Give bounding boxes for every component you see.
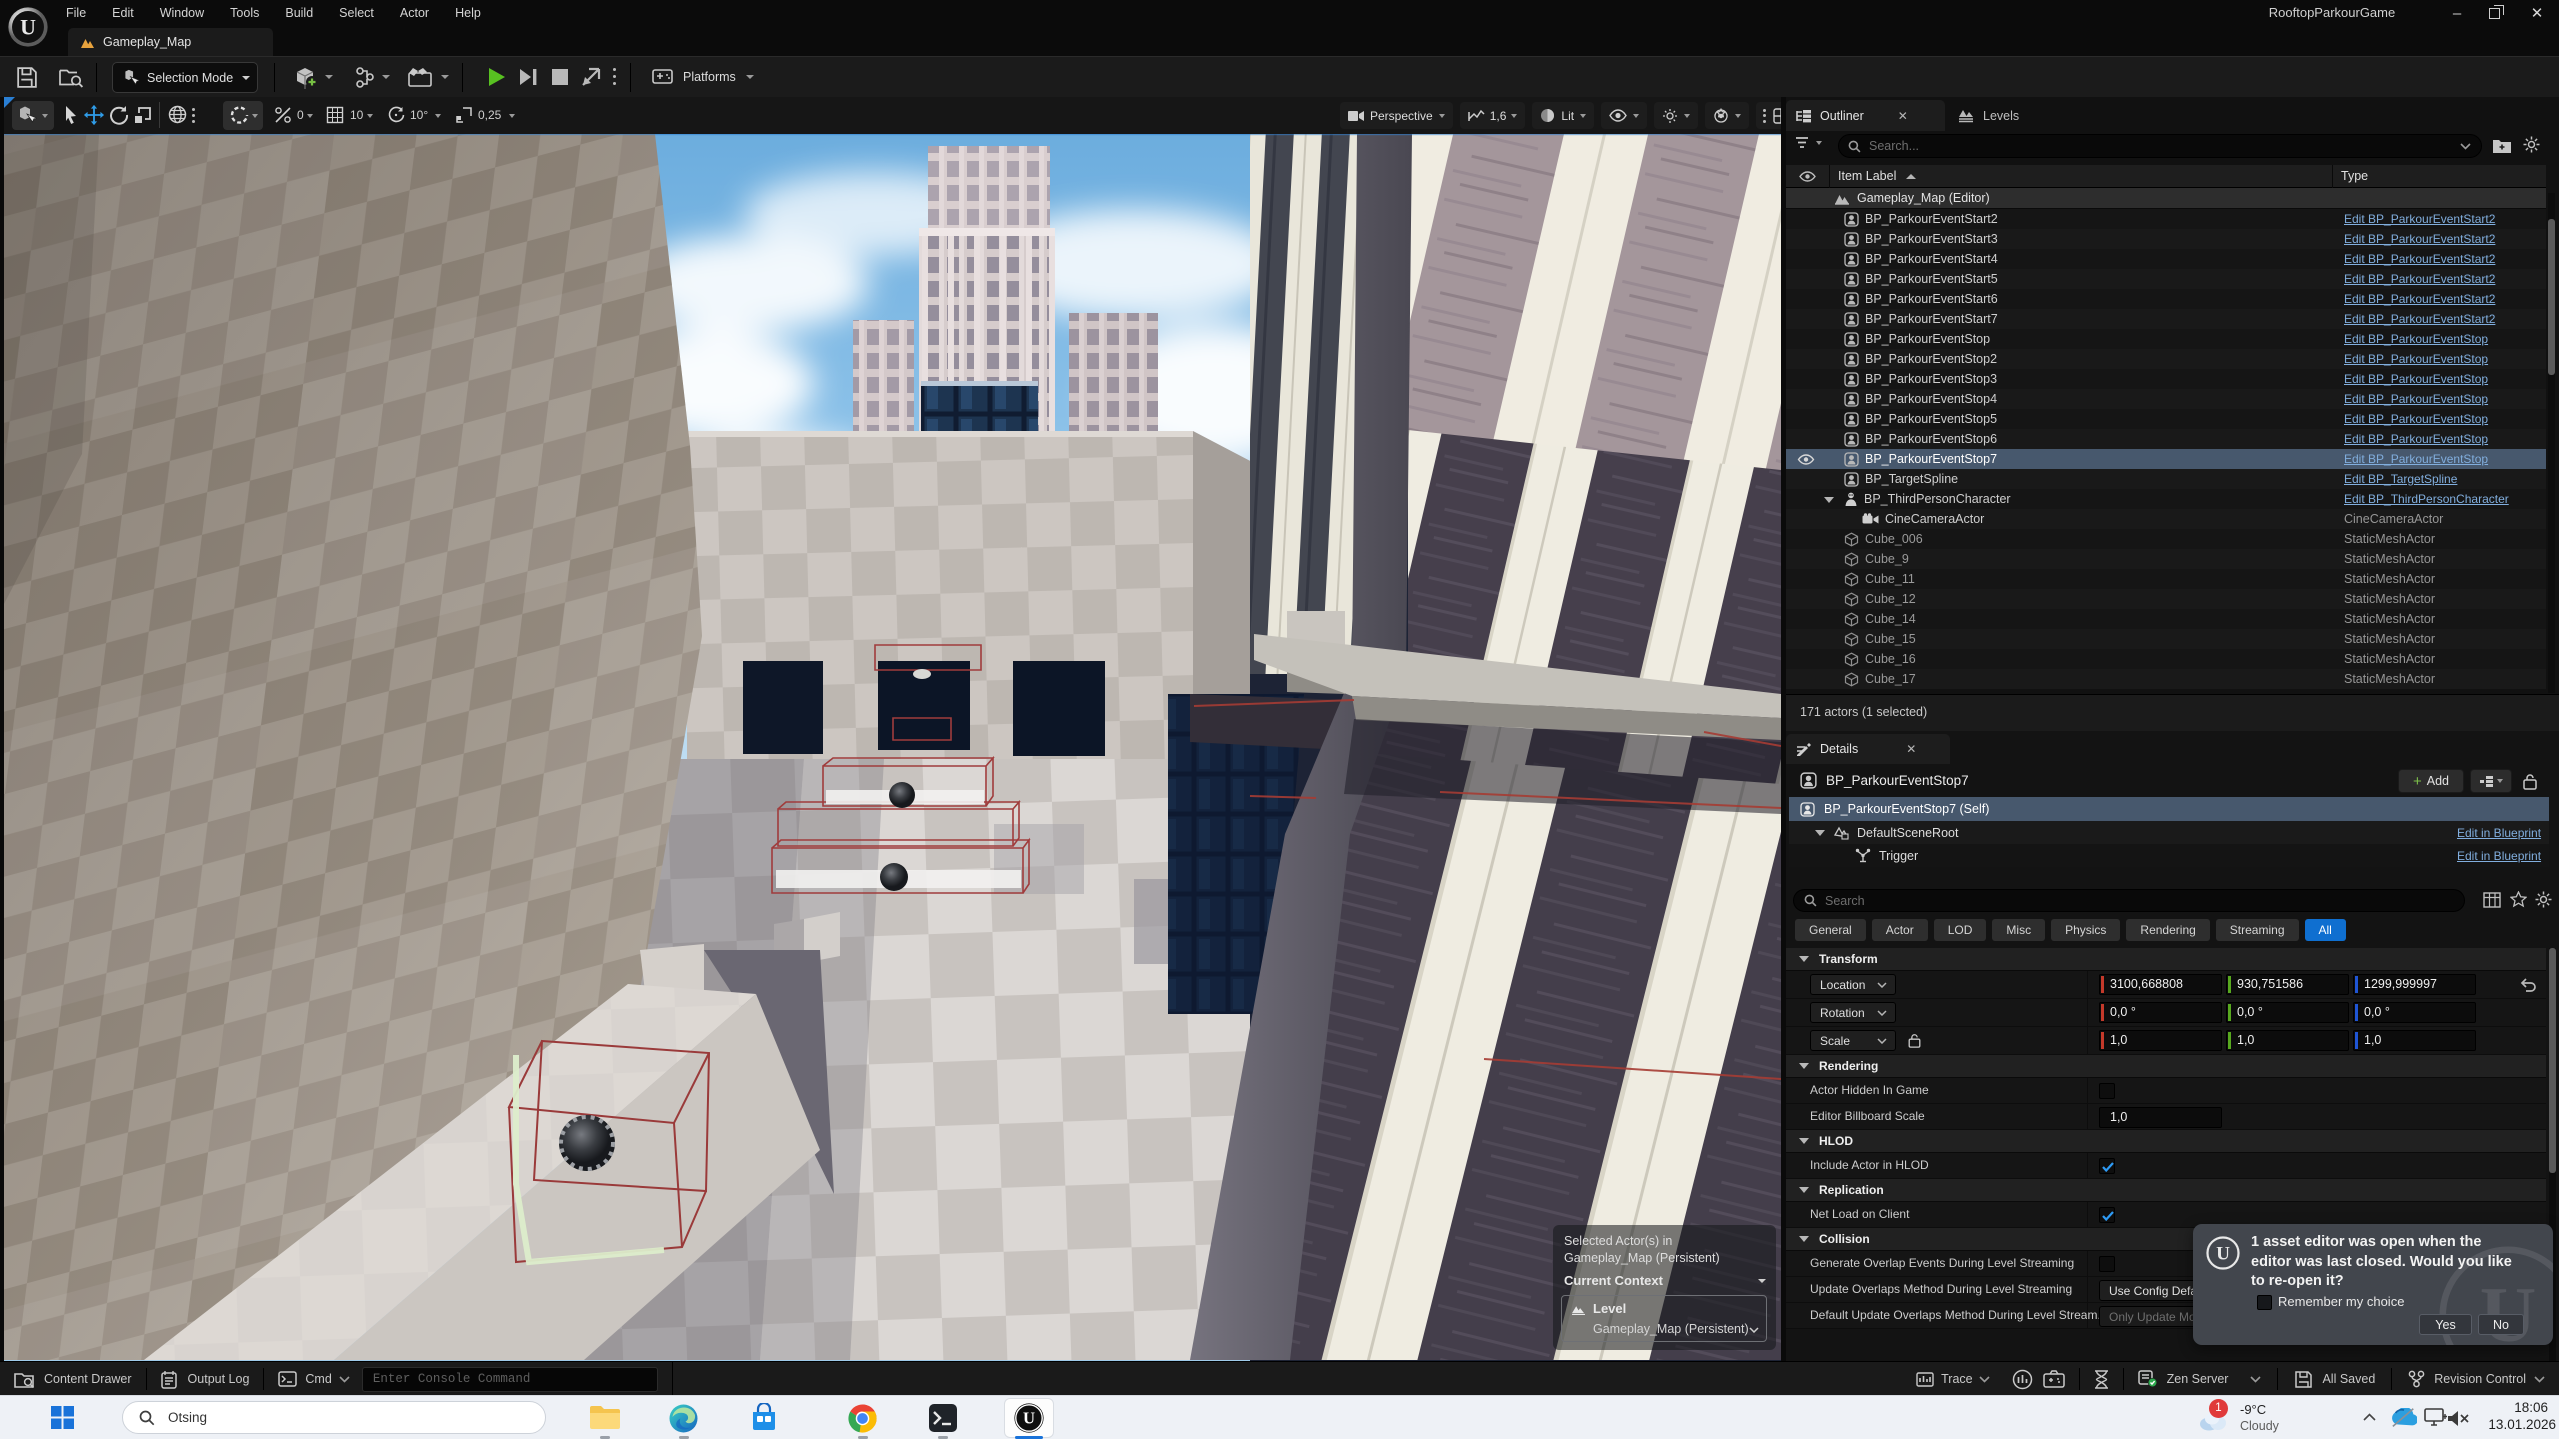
svg-text:U: U bbox=[1023, 1409, 1035, 1428]
svg-text:U: U bbox=[20, 14, 36, 39]
svg-text:U: U bbox=[2216, 1244, 2230, 1265]
